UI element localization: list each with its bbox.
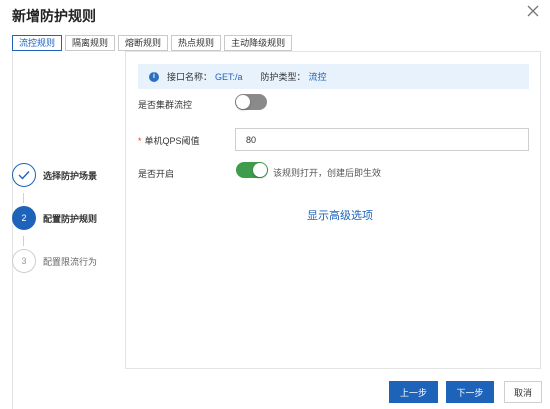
tab-circuit-breaker[interactable]: 熔断规则 — [118, 35, 169, 51]
tab-isolation[interactable]: 隔离规则 — [65, 35, 116, 51]
close-icon[interactable] — [524, 2, 542, 20]
show-advanced-options-link[interactable]: 显示高级选项 — [307, 207, 373, 223]
tab-active-degrade[interactable]: 主动降级规则 — [224, 35, 293, 51]
enable-switch[interactable] — [236, 162, 268, 178]
cluster-flow-label: 是否集群流控 — [138, 100, 193, 110]
step-label: 配置防护规则 — [43, 213, 98, 224]
rule-type-tabs: 流控规则 隔离规则 熔断规则 热点规则 主动降级规则 — [12, 35, 295, 51]
info-bar: i 接口名称： GET:/a 防护类型： 流控 — [138, 64, 529, 89]
required-mark: * — [138, 136, 142, 146]
check-icon — [12, 163, 36, 187]
cluster-flow-switch[interactable] — [235, 94, 267, 110]
step-label: 配置限流行为 — [43, 256, 98, 267]
qps-threshold-input[interactable] — [235, 128, 529, 151]
step-label: 选择防护场景 — [43, 170, 98, 181]
qps-threshold-label: * 单机QPS阈值 — [138, 134, 200, 147]
step-number: 3 — [12, 249, 36, 273]
tab-hotspot[interactable]: 热点规则 — [171, 35, 222, 51]
qps-label-text: 单机QPS阈值 — [144, 136, 200, 146]
api-name-label: 接口名称： — [167, 72, 213, 82]
step-connector — [23, 193, 24, 203]
info-icon: i — [149, 71, 159, 82]
tab-flow-control[interactable]: 流控规则 — [12, 35, 63, 51]
api-name-value: GET:/a — [215, 71, 243, 82]
protection-type-value: 流控 — [308, 72, 327, 82]
previous-step-button[interactable]: 上一步 — [389, 381, 438, 403]
enable-label: 是否开启 — [138, 169, 175, 179]
protection-type-label: 防护类型： — [260, 72, 306, 82]
step-connector — [23, 236, 24, 246]
new-protection-rule-dialog: 新增防护规则 流控规则 隔离规则 熔断规则 热点规则 主动降级规则 选择防护场景… — [0, 0, 550, 409]
next-step-button[interactable]: 下一步 — [446, 381, 494, 403]
cancel-button[interactable]: 取消 — [504, 381, 542, 403]
step-number: 2 — [12, 206, 36, 230]
dialog-title: 新增防护规则 — [12, 8, 96, 24]
enable-hint: 该规则打开，创建后即生效 — [273, 168, 382, 178]
